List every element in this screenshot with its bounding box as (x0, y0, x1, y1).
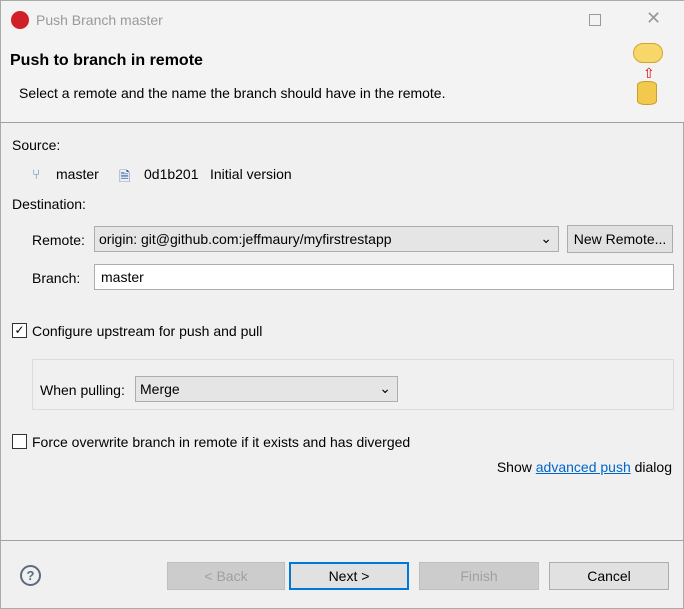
remote-combo[interactable]: origin: git@github.com:jeffmaury/myfirst… (94, 226, 559, 252)
remote-label: Remote: (32, 232, 85, 248)
push-branch-dialog: Push Branch master ✕ Push to branch in r… (0, 0, 684, 609)
when-pulling-label: When pulling: (40, 382, 125, 398)
when-pulling-value: Merge (140, 381, 180, 397)
help-icon[interactable]: ? (20, 565, 41, 586)
advanced-push-text: Show advanced push dialog (497, 459, 672, 475)
force-overwrite-label: Force overwrite branch in remote if it e… (32, 434, 411, 450)
configure-upstream-checkbox[interactable]: ✓ (12, 323, 27, 338)
footer-divider (1, 540, 684, 541)
push-cloud-icon: ⇧ (631, 41, 665, 105)
when-pulling-combo[interactable]: Merge ⌄ (135, 376, 398, 402)
app-icon (11, 11, 29, 29)
window-title: Push Branch master (36, 12, 163, 28)
branch-label: Branch: (32, 270, 81, 286)
source-label: Source: (12, 137, 61, 153)
page-description: Select a remote and the name the branch … (19, 85, 446, 101)
cancel-button[interactable]: Cancel (549, 562, 669, 590)
new-remote-button[interactable]: New Remote... (567, 225, 673, 253)
configure-upstream-label: Configure upstream for push and pull (32, 323, 263, 339)
advanced-prefix: Show (496, 459, 532, 475)
finish-button[interactable]: Finish (419, 562, 539, 590)
branch-input[interactable]: master (94, 264, 674, 290)
destination-label: Destination: (12, 196, 86, 212)
advanced-suffix: dialog (634, 459, 672, 475)
branch-icon: ⑂ (32, 166, 41, 182)
close-button[interactable]: ✕ (646, 8, 661, 29)
maximize-button[interactable] (589, 14, 601, 26)
force-overwrite-checkbox[interactable] (12, 434, 27, 449)
chevron-down-icon: ⌄ (379, 380, 391, 396)
page-title: Push to branch in remote (10, 52, 203, 69)
back-button[interactable]: < Back (167, 562, 285, 590)
commit-message: Initial version (210, 166, 292, 182)
next-button[interactable]: Next > (289, 562, 409, 590)
chevron-down-icon: ⌄ (540, 230, 552, 246)
remote-value: origin: git@github.com:jeffmaury/myfirst… (99, 231, 392, 247)
source-branch: master (56, 166, 99, 182)
advanced-push-link[interactable]: advanced push (536, 459, 631, 475)
commit-icon: 🗎 (119, 168, 131, 184)
commit-id: 0d1b201 (144, 166, 199, 182)
